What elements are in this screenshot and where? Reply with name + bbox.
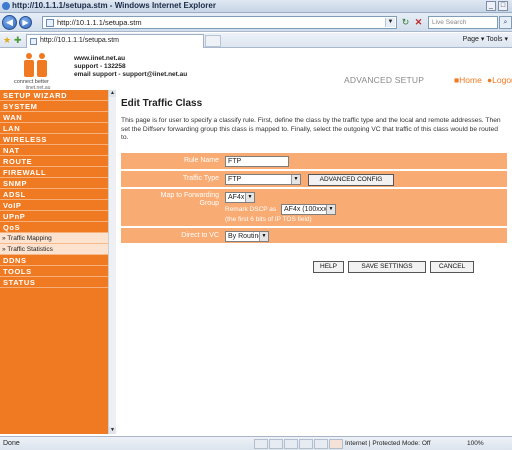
stop-icon[interactable]: ✕ xyxy=(413,17,424,28)
contact-website: www.iinet.net.au xyxy=(74,55,126,62)
tab-bar: ★ ✚ http://10.1.1.1/setupa.stm Page ▾ To… xyxy=(0,33,512,48)
status-segment xyxy=(254,439,268,449)
help-button[interactable]: HELP xyxy=(313,261,344,273)
logout-link[interactable]: ●Logou xyxy=(487,75,512,85)
rule-name-input[interactable]: FTP xyxy=(225,156,289,167)
page-title: Edit Traffic Class xyxy=(121,98,203,109)
home-link[interactable]: ■Home xyxy=(454,75,482,85)
address-toolbar: ◀ ▶ http://10.1.1.1/setupa.stm ▼ ↻ ✕ Liv… xyxy=(0,13,512,32)
chevron-down-icon: ▼ xyxy=(326,205,335,214)
window-title-bar: http://10.1.1.1/setupa.stm - Windows Int… xyxy=(0,0,512,13)
forwarding-group-value: AF4x xyxy=(228,194,245,201)
search-input[interactable]: Live Search xyxy=(428,16,498,29)
status-segment xyxy=(284,439,298,449)
advanced-config-button[interactable]: ADVANCED CONFIG xyxy=(308,174,394,186)
save-settings-button[interactable]: SAVE SETTINGS xyxy=(348,261,426,273)
sidebar-item-upnp[interactable]: UPnP xyxy=(0,211,108,222)
zoom-level[interactable]: 100% xyxy=(467,440,484,447)
sidebar-item-adsl[interactable]: ADSL xyxy=(0,189,108,200)
remark-dscp-value: AF4x (100xxx) xyxy=(284,206,330,213)
scroll-down-icon[interactable]: ▼ xyxy=(109,427,116,434)
sidebar-item-snmp[interactable]: SNMP xyxy=(0,178,108,189)
sidebar-item-wireless[interactable]: WIRELESS xyxy=(0,134,108,145)
main-content: Edit Traffic Class This page is for user… xyxy=(116,90,512,434)
remark-dscp-note: (the first 6 bits of IP TOS field) xyxy=(225,216,312,223)
page-description: This page is for user to specify a class… xyxy=(121,117,501,142)
router-header: connect better iinet.net.au www.iinet.ne… xyxy=(0,49,512,91)
status-segment xyxy=(314,439,328,449)
ie-icon xyxy=(2,2,10,10)
maximize-icon[interactable]: □ xyxy=(498,1,508,11)
refresh-icon[interactable]: ↻ xyxy=(400,17,411,28)
protected-mode-icon[interactable] xyxy=(329,439,343,449)
chevron-down-icon: ▼ xyxy=(259,232,268,241)
forwarding-label-line2: Group xyxy=(199,200,219,207)
add-favorites-icon[interactable]: ✚ xyxy=(14,35,22,46)
minimize-icon[interactable]: _ xyxy=(486,1,496,11)
direct-vc-value: By Routing xyxy=(228,233,263,240)
address-url[interactable]: http://10.1.1.1/setupa.stm xyxy=(57,18,142,27)
rule-name-label: Rule Name xyxy=(183,157,219,164)
sidebar-item-system[interactable]: SYSTEM xyxy=(0,101,108,112)
sidebar-subitem-traffic-statistics[interactable]: » Traffic Statistics xyxy=(0,244,108,255)
cancel-button[interactable]: CANCEL xyxy=(430,261,474,273)
direct-vc-select[interactable]: By Routing ▼ xyxy=(225,231,269,242)
command-bar[interactable]: Page ▾ Tools ▾ xyxy=(463,35,508,43)
traffic-type-label: Traffic Type xyxy=(182,175,219,182)
iinet-logo xyxy=(22,53,52,77)
advanced-setup-title: ADVANCED SETUP xyxy=(344,75,425,85)
traffic-type-value: FTP xyxy=(228,176,242,183)
remark-dscp-label: Remark DSCP as xyxy=(225,206,277,213)
tab-label: http://10.1.1.1/setupa.stm xyxy=(40,37,119,44)
forward-icon[interactable]: ▶ xyxy=(19,16,32,29)
sidebar-item-tools[interactable]: TOOLS xyxy=(0,266,108,277)
address-field[interactable]: http://10.1.1.1/setupa.stm ▼ xyxy=(42,16,397,29)
sidebar-item-wan[interactable]: WAN xyxy=(0,112,108,123)
rule-name-row: Rule Name FTP xyxy=(121,153,507,169)
window-title: http://10.1.1.1/setupa.stm - Windows Int… xyxy=(12,1,216,10)
sidebar-item-route[interactable]: ROUTE xyxy=(0,156,108,167)
direct-vc-label: Direct to VC xyxy=(181,232,219,239)
sidebar-item-voip[interactable]: VoIP xyxy=(0,200,108,211)
status-segment xyxy=(299,439,313,449)
sidebar-subitem-traffic-mapping[interactable]: » Traffic Mapping xyxy=(0,233,108,244)
status-text: Done xyxy=(3,440,20,447)
sidebar-item-qos[interactable]: QoS xyxy=(0,222,108,233)
status-bar: Done Internet | Protected Mode: Off 100% xyxy=(0,436,512,450)
sidebar-menu: SETUP WIZARD SYSTEM WAN LAN WIRELESS NAT… xyxy=(0,90,108,434)
contact-email: email support - support@iinet.net.au xyxy=(74,71,188,78)
page-icon xyxy=(46,19,54,27)
traffic-type-row: Traffic Type FTP ▼ ADVANCED CONFIG xyxy=(121,171,507,187)
search-placeholder: Live Search xyxy=(432,19,467,26)
contact-phone: support - 132258 xyxy=(74,63,126,70)
back-icon[interactable]: ◀ xyxy=(2,15,17,30)
sidebar-item-status[interactable]: STATUS xyxy=(0,277,108,288)
direct-vc-row: Direct to VC By Routing ▼ xyxy=(121,228,507,243)
search-icon[interactable]: ⌕ xyxy=(499,16,512,29)
sidebar-scrollbar[interactable]: ▲ ▼ xyxy=(108,90,116,434)
forwarding-group-row: Map to Forwarding Group AF4x ▼ Remark DS… xyxy=(121,189,507,226)
chevron-down-icon: ▼ xyxy=(291,175,300,184)
scroll-up-icon[interactable]: ▲ xyxy=(109,90,116,97)
sidebar-item-ddns[interactable]: DDNS xyxy=(0,255,108,266)
remark-dscp-select[interactable]: AF4x (100xxx) ▼ xyxy=(281,204,336,215)
new-tab-button[interactable] xyxy=(205,35,221,47)
favorites-star-icon[interactable]: ★ xyxy=(3,35,11,46)
forwarding-label-line1: Map to Forwarding xyxy=(160,192,219,199)
sidebar-item-nat[interactable]: NAT xyxy=(0,145,108,156)
chevron-down-icon: ▼ xyxy=(245,193,254,202)
tab-current[interactable]: http://10.1.1.1/setupa.stm xyxy=(26,34,204,48)
status-segment xyxy=(269,439,283,449)
security-zone[interactable]: Internet | Protected Mode: Off xyxy=(345,440,430,447)
sidebar-item-firewall[interactable]: FIREWALL xyxy=(0,167,108,178)
traffic-type-select[interactable]: FTP ▼ xyxy=(225,174,301,185)
address-dropdown-icon[interactable]: ▼ xyxy=(385,18,395,27)
sidebar-item-lan[interactable]: LAN xyxy=(0,123,108,134)
contact-info: www.iinet.net.au support - 132258 email … xyxy=(74,55,187,79)
sidebar-item-setup-wizard[interactable]: SETUP WIZARD xyxy=(0,90,108,101)
forwarding-group-select[interactable]: AF4x ▼ xyxy=(225,192,255,203)
tab-page-icon xyxy=(30,38,37,45)
